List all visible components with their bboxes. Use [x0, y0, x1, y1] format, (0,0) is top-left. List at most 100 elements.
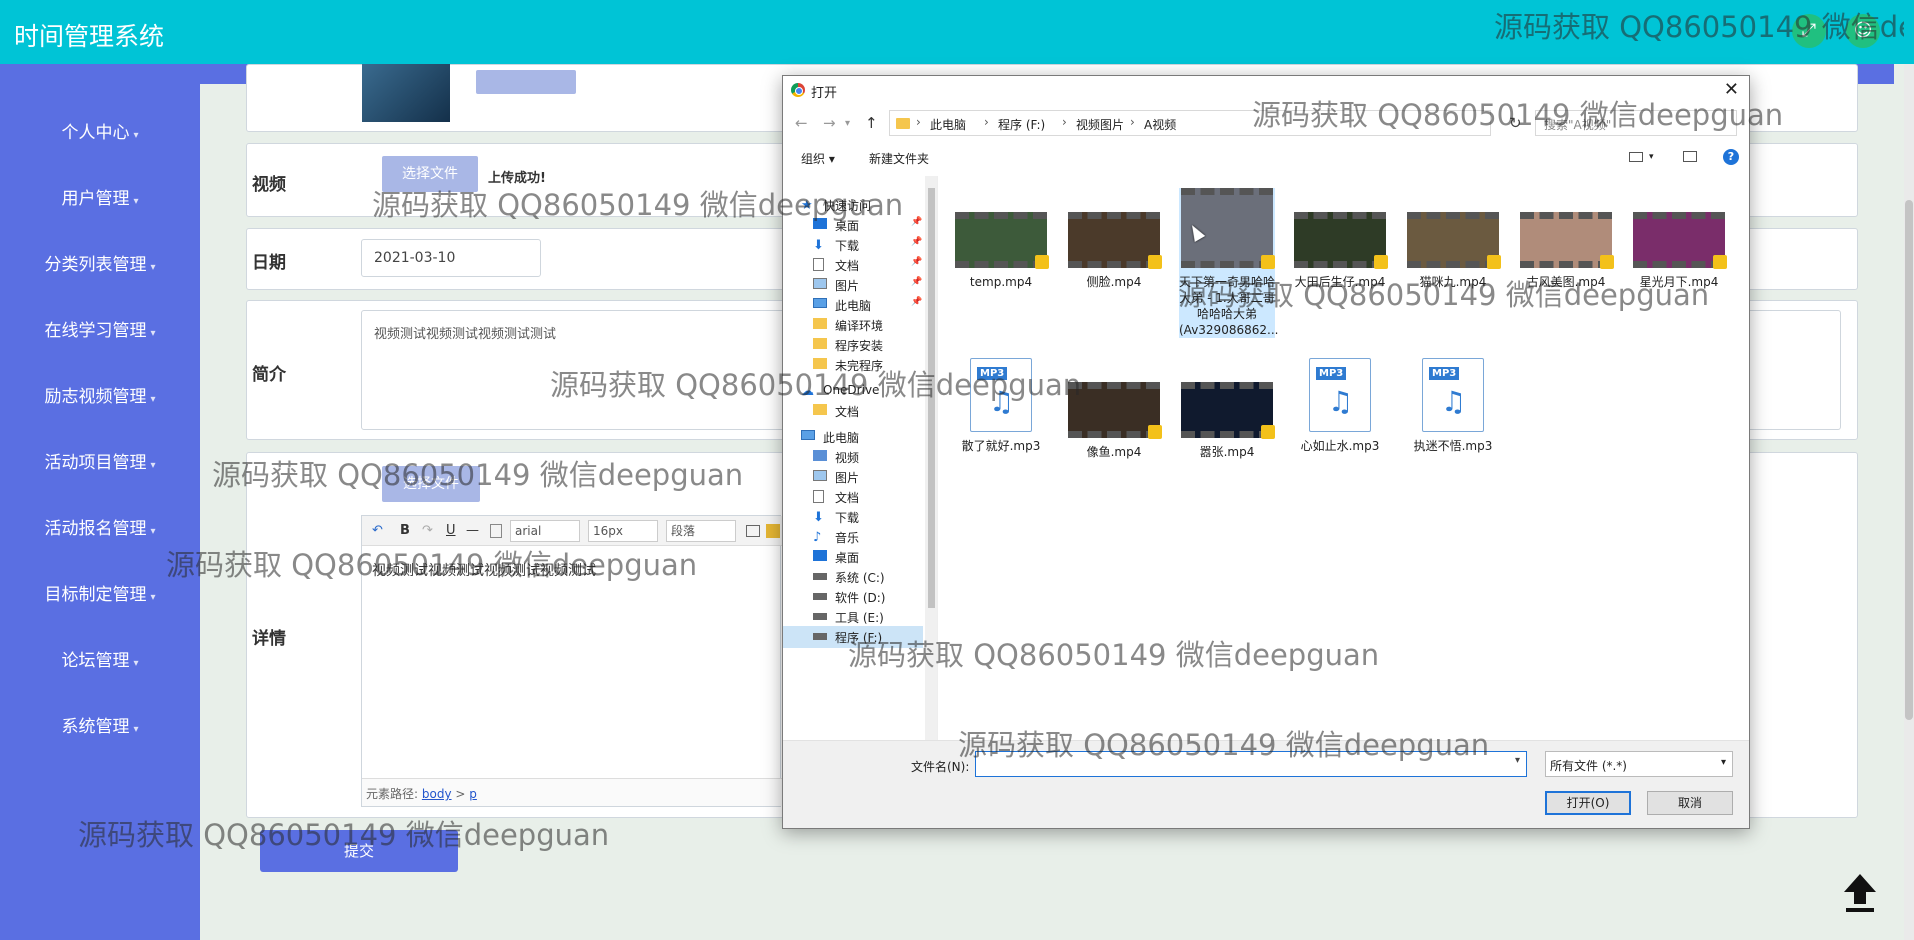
filename-dropdown-icon[interactable]: ▾: [1515, 755, 1520, 766]
nav-item-desktop[interactable]: 桌面 📌: [783, 214, 923, 236]
rich-text-editor[interactable]: ↶ ↷ B U — arial 16px 段落 视频测试视频测试视频测试视频测试…: [361, 515, 782, 807]
bold-button[interactable]: B: [400, 523, 410, 538]
back-icon[interactable]: ←: [795, 114, 808, 132]
file-item[interactable]: MP3 ♫ 心如止水.mp3: [1292, 358, 1388, 454]
align-icon[interactable]: [766, 524, 780, 538]
recent-dropdown-icon[interactable]: ▾: [845, 118, 850, 129]
nav-item-folder[interactable]: 文档: [783, 400, 923, 422]
nav-item-drive[interactable]: 软件 (D:): [783, 586, 923, 608]
breadcrumb-item[interactable]: 视频图片: [1076, 116, 1124, 133]
choose-detail-file-button[interactable]: 选择文件: [382, 466, 480, 502]
file-item[interactable]: 猫咪九.mp4: [1405, 188, 1501, 290]
page-scrollbar-thumb[interactable]: [1905, 200, 1913, 720]
nav-item-drive[interactable]: 系统 (C:): [783, 566, 923, 588]
sidebar-item[interactable]: 在线学习管理 ▾: [0, 311, 200, 351]
file-item[interactable]: 像鱼.mp4: [1066, 358, 1162, 460]
pin-icon[interactable]: 📌: [911, 277, 922, 287]
undo-icon[interactable]: ↶: [372, 523, 383, 538]
cancel-button[interactable]: 取消: [1647, 791, 1733, 815]
sidebar-item[interactable]: 论坛管理 ▾: [0, 641, 200, 681]
sidebar-item[interactable]: 分类列表管理 ▾: [0, 245, 200, 285]
redo-icon[interactable]: ↷: [422, 523, 433, 538]
element-path-p-link[interactable]: p: [469, 787, 477, 801]
sidebar-item[interactable]: 活动项目管理 ▾: [0, 443, 200, 483]
file-item[interactable]: 大田后生仔.mp4: [1292, 188, 1388, 290]
refresh-icon[interactable]: ↻: [1509, 114, 1522, 132]
nav-item-folder[interactable]: 程序安装: [783, 334, 923, 356]
file-item[interactable]: 嚣张.mp4: [1179, 358, 1275, 460]
file-item[interactable]: 古风美图.mp4: [1518, 188, 1614, 290]
underline-button[interactable]: U: [446, 523, 456, 538]
pin-icon[interactable]: 📌: [911, 297, 922, 307]
new-folder-button[interactable]: 新建文件夹: [869, 150, 929, 167]
nav-item-desktop[interactable]: 桌面: [783, 546, 923, 568]
file-item[interactable]: temp.mp4: [953, 188, 1049, 290]
nav-item-downloads[interactable]: ⬇ 下载: [783, 506, 923, 528]
image-action-button[interactable]: [476, 70, 576, 94]
dialog-titlebar[interactable]: 打开 ✕: [783, 76, 1749, 104]
element-path-body-link[interactable]: body: [422, 787, 452, 801]
pin-icon[interactable]: 📌: [911, 217, 922, 227]
nav-item-videos[interactable]: 视频: [783, 446, 923, 468]
sidebar-item[interactable]: 励志视频管理 ▾: [0, 377, 200, 417]
breadcrumb-item[interactable]: 程序 (F:): [998, 116, 1045, 133]
nav-item-onedrive[interactable]: ☁ OneDrive: [783, 380, 923, 402]
file-item[interactable]: 星光月下.mp4: [1631, 188, 1727, 290]
open-button[interactable]: 打开(O): [1545, 791, 1631, 815]
sidebar-item[interactable]: 用户管理 ▾: [0, 179, 200, 219]
close-icon[interactable]: ✕: [1724, 79, 1739, 100]
sidebar-item[interactable]: 系统管理 ▾: [0, 707, 200, 747]
font-size-select[interactable]: 16px: [588, 520, 658, 542]
address-bar[interactable]: › 此电脑 › 程序 (F:) › 视频图片 › A视频: [889, 110, 1491, 136]
nav-item-documents[interactable]: 文档 📌: [783, 254, 923, 276]
image-thumbnail[interactable]: [362, 64, 450, 122]
pin-icon[interactable]: 📌: [911, 257, 922, 267]
navigation-pane[interactable]: ★ 快速访问 桌面 📌 ⬇ 下载 📌 文档 📌 图片 📌 此电脑 📌 编译环境 程序安装 未完程序 ☁ OneDr…: [783, 176, 938, 740]
nav-item-this-pc[interactable]: 此电脑 📌: [783, 294, 923, 316]
sidebar-item[interactable]: 目标制定管理 ▾: [0, 575, 200, 615]
file-item[interactable]: 侧脸.mp4: [1066, 188, 1162, 290]
submit-button[interactable]: 提交: [260, 830, 458, 872]
nav-item-documents[interactable]: 文档: [783, 486, 923, 508]
sidebar-item[interactable]: 活动报名管理 ▾: [0, 509, 200, 549]
pin-icon[interactable]: 📌: [911, 237, 922, 247]
sidebar-item[interactable]: 个人中心 ▾: [0, 113, 200, 153]
search-input[interactable]: 搜索"A视频": [1535, 110, 1737, 136]
date-input[interactable]: 2021-03-10: [361, 239, 541, 277]
paragraph-select[interactable]: 段落: [666, 520, 736, 542]
font-family-select[interactable]: arial: [510, 520, 580, 542]
nav-item-quick-access[interactable]: ★ 快速访问: [783, 194, 923, 216]
fullscreen-icon[interactable]: ⤢: [1792, 14, 1826, 48]
nav-item-folder[interactable]: 编译环境: [783, 314, 923, 336]
breadcrumb-item[interactable]: A视频: [1144, 116, 1176, 133]
nav-item-pictures[interactable]: 图片: [783, 466, 923, 488]
nav-item-drive[interactable]: 程序 (F:): [783, 626, 923, 648]
breadcrumb-item[interactable]: 此电脑: [930, 116, 966, 133]
up-icon[interactable]: ↑: [865, 114, 878, 132]
nav-item-folder[interactable]: 未完程序: [783, 354, 923, 376]
editor-content[interactable]: 视频测试视频测试视频测试视频测试: [372, 560, 596, 580]
filename-input[interactable]: [975, 751, 1527, 777]
horizontal-rule-button[interactable]: —: [466, 523, 479, 538]
file-item[interactable]: MP3 ♫ 执迷不悟.mp3: [1405, 358, 1501, 454]
organize-button[interactable]: 组织 ▾: [801, 150, 835, 167]
nav-item-downloads[interactable]: ⬇ 下载 📌: [783, 234, 923, 256]
nav-item-music[interactable]: ♪ 音乐: [783, 526, 923, 548]
nav-item-pictures[interactable]: 图片 📌: [783, 274, 923, 296]
forward-icon[interactable]: →: [823, 114, 836, 132]
back-to-top-icon[interactable]: [1840, 870, 1880, 914]
nav-item-drive[interactable]: 工具 (E:): [783, 606, 923, 628]
page-icon[interactable]: [490, 524, 502, 538]
help-icon[interactable]: ?: [1723, 149, 1739, 165]
nav-item-this-pc[interactable]: 此电脑: [783, 426, 923, 448]
file-item[interactable]: 天下第一奇男哈哈大弟 - 1.大哥二哥哈哈哈大弟(Av329086862...: [1179, 188, 1278, 338]
view-dropdown-icon[interactable]: ▾: [1649, 152, 1654, 162]
view-icon[interactable]: [1629, 152, 1643, 162]
table-icon[interactable]: [746, 525, 760, 537]
choose-video-file-button[interactable]: 选择文件: [382, 156, 478, 192]
nav-scrollbar-thumb[interactable]: [928, 188, 935, 608]
filetype-select[interactable]: 所有文件 (*.*) ▾: [1545, 751, 1733, 777]
user-icon[interactable]: ☺: [1846, 14, 1880, 48]
file-item[interactable]: MP3 ♫ 散了就好.mp3: [953, 358, 1049, 454]
preview-pane-icon[interactable]: [1683, 151, 1697, 162]
